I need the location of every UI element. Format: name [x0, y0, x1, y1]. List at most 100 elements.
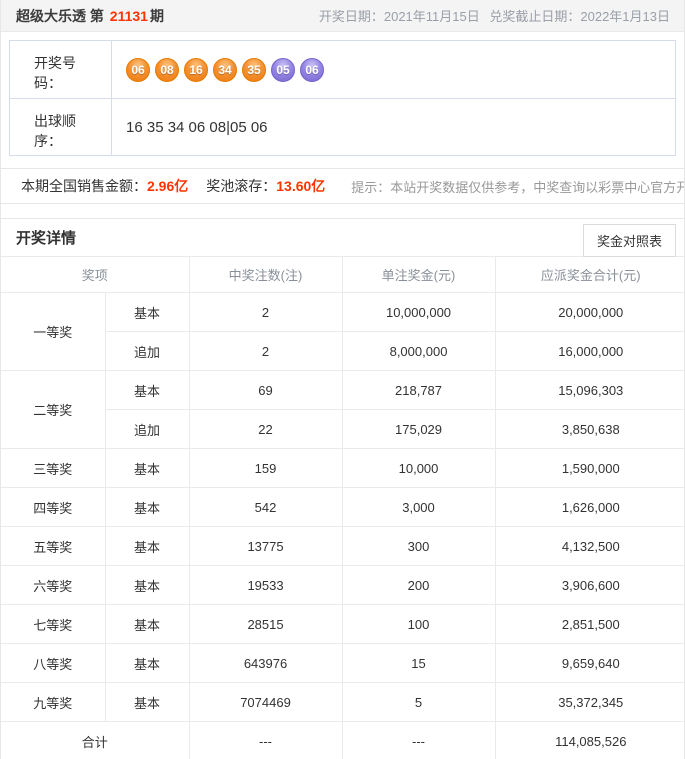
table-row: 七等奖 基本 28515 100 2,851,500	[1, 605, 685, 644]
section-title: 开奖详情	[16, 227, 76, 248]
single-prize: 100	[342, 605, 495, 644]
table-row: 五等奖 基本 13775 300 4,132,500	[1, 527, 685, 566]
prize-name: 一等奖	[1, 293, 105, 371]
winning-numbers-balls: 06081634350506	[126, 58, 324, 82]
prize-type: 基本	[105, 527, 189, 566]
total-prize: 35,372,345	[495, 683, 685, 722]
draw-order-row: 出球顺序： 16 35 34 06 08|05 06	[10, 98, 675, 155]
win-count: 7074469	[189, 683, 342, 722]
win-count: 542	[189, 488, 342, 527]
sales-label: 本期全国销售金额：	[21, 176, 147, 196]
win-count: 19533	[189, 566, 342, 605]
front-number-ball: 06	[126, 58, 150, 82]
prize-type: 基本	[105, 683, 189, 722]
table-header-row: 奖项 中奖注数(注) 单注奖金(元) 应派奖金合计(元)	[1, 257, 685, 293]
total-prize: 20,000,000	[495, 293, 685, 332]
prize-type: 基本	[105, 488, 189, 527]
draw-date: 开奖日期：2021年11月15日	[319, 9, 480, 24]
single-prize: 3,000	[342, 488, 495, 527]
single-prize: 200	[342, 566, 495, 605]
prize-type: 基本	[105, 449, 189, 488]
prize-type: 基本	[105, 371, 189, 410]
col-header-prize: 奖项	[1, 257, 189, 293]
single-prize: 10,000,000	[342, 293, 495, 332]
total-row-total: 114,085,526	[495, 722, 685, 759]
issue-suffix: 期	[150, 8, 164, 24]
total-prize: 16,000,000	[495, 332, 685, 371]
table-row: 二等奖 基本 69 218,787 15,096,303	[1, 371, 685, 410]
prize-name: 七等奖	[1, 605, 105, 644]
prize-type: 基本	[105, 566, 189, 605]
sales-strip: 本期全国销售金额： 2.96亿 奖池滚存： 13.60亿 提示：本站开奖数据仅供…	[1, 168, 684, 204]
issue-prefix: 第	[90, 8, 104, 24]
prize-name: 三等奖	[1, 449, 105, 488]
table-row: 三等奖 基本 159 10,000 1,590,000	[1, 449, 685, 488]
prize-table: 奖项 中奖注数(注) 单注奖金(元) 应派奖金合计(元) 一等奖 基本 2 10…	[1, 256, 685, 759]
back-number-ball: 05	[271, 58, 295, 82]
prize-type: 追加	[105, 332, 189, 371]
table-row: 四等奖 基本 542 3,000 1,626,000	[1, 488, 685, 527]
game-name: 超级大乐透	[16, 8, 86, 24]
topbar: 超级大乐透 第 21131期 开奖日期：2021年11月15日 兑奖截止日期：2…	[1, 0, 684, 32]
total-prize: 4,132,500	[495, 527, 685, 566]
total-prize: 1,590,000	[495, 449, 685, 488]
win-count: 2	[189, 293, 342, 332]
sales-value: 2.96亿	[147, 176, 188, 196]
table-row: 六等奖 基本 19533 200 3,906,600	[1, 566, 685, 605]
col-header-count: 中奖注数(注)	[189, 257, 342, 293]
single-prize: 15	[342, 644, 495, 683]
prize-name: 四等奖	[1, 488, 105, 527]
prize-type: 追加	[105, 410, 189, 449]
prize-name: 九等奖	[1, 683, 105, 722]
numbers-panel: 开奖号码： 06081634350506 出球顺序： 16 35 34 06 0…	[9, 40, 676, 156]
pool-label: 奖池滚存：	[206, 176, 276, 196]
prize-name: 二等奖	[1, 371, 105, 449]
total-prize: 9,659,640	[495, 644, 685, 683]
front-number-ball: 34	[213, 58, 237, 82]
front-number-ball: 08	[155, 58, 179, 82]
front-number-ball: 35	[242, 58, 266, 82]
draw-order-value: 16 35 34 06 08|05 06	[126, 119, 268, 136]
total-row-single: ---	[342, 722, 495, 759]
total-prize: 2,851,500	[495, 605, 685, 644]
front-number-ball: 16	[184, 58, 208, 82]
winning-numbers-row: 开奖号码： 06081634350506	[10, 41, 675, 98]
pool-value: 13.60亿	[276, 176, 325, 196]
issue-number: 21131	[110, 8, 148, 24]
win-count: 22	[189, 410, 342, 449]
issue-title: 超级大乐透 第 21131期	[16, 6, 164, 26]
total-prize: 1,626,000	[495, 488, 685, 527]
single-prize: 8,000,000	[342, 332, 495, 371]
draw-order-label: 出球顺序：	[10, 99, 112, 155]
table-row: 九等奖 基本 7074469 5 35,372,345	[1, 683, 685, 722]
total-prize: 3,850,638	[495, 410, 685, 449]
winning-numbers-label: 开奖号码：	[10, 41, 112, 98]
prize-name: 八等奖	[1, 644, 105, 683]
prize-compare-button[interactable]: 奖金对照表	[583, 224, 676, 257]
prize-type: 基本	[105, 293, 189, 332]
win-count: 28515	[189, 605, 342, 644]
single-prize: 175,029	[342, 410, 495, 449]
single-prize: 5	[342, 683, 495, 722]
total-row-label: 合计	[1, 722, 189, 759]
single-prize: 10,000	[342, 449, 495, 488]
total-row-count: ---	[189, 722, 342, 759]
table-total-row: 合计 --- --- 114,085,526	[1, 722, 685, 759]
date-info: 开奖日期：2021年11月15日 兑奖截止日期：2022年1月13日	[313, 6, 670, 25]
total-prize: 3,906,600	[495, 566, 685, 605]
col-header-single: 单注奖金(元)	[342, 257, 495, 293]
win-count: 13775	[189, 527, 342, 566]
single-prize: 218,787	[342, 371, 495, 410]
win-count: 159	[189, 449, 342, 488]
prize-type: 基本	[105, 605, 189, 644]
disclaimer-tip: 提示：本站开奖数据仅供参考，中奖查询以彩票中心官方开奖信息为准	[351, 177, 685, 196]
table-row: 一等奖 基本 2 10,000,000 20,000,000	[1, 293, 685, 332]
prize-name: 六等奖	[1, 566, 105, 605]
table-row: 八等奖 基本 643976 15 9,659,640	[1, 644, 685, 683]
col-header-total: 应派奖金合计(元)	[495, 257, 685, 293]
win-count: 2	[189, 332, 342, 371]
prize-type: 基本	[105, 644, 189, 683]
prize-details-header: 开奖详情 奖金对照表	[1, 219, 684, 256]
redeem-deadline: 兑奖截止日期：2022年1月13日	[489, 9, 670, 24]
single-prize: 300	[342, 527, 495, 566]
